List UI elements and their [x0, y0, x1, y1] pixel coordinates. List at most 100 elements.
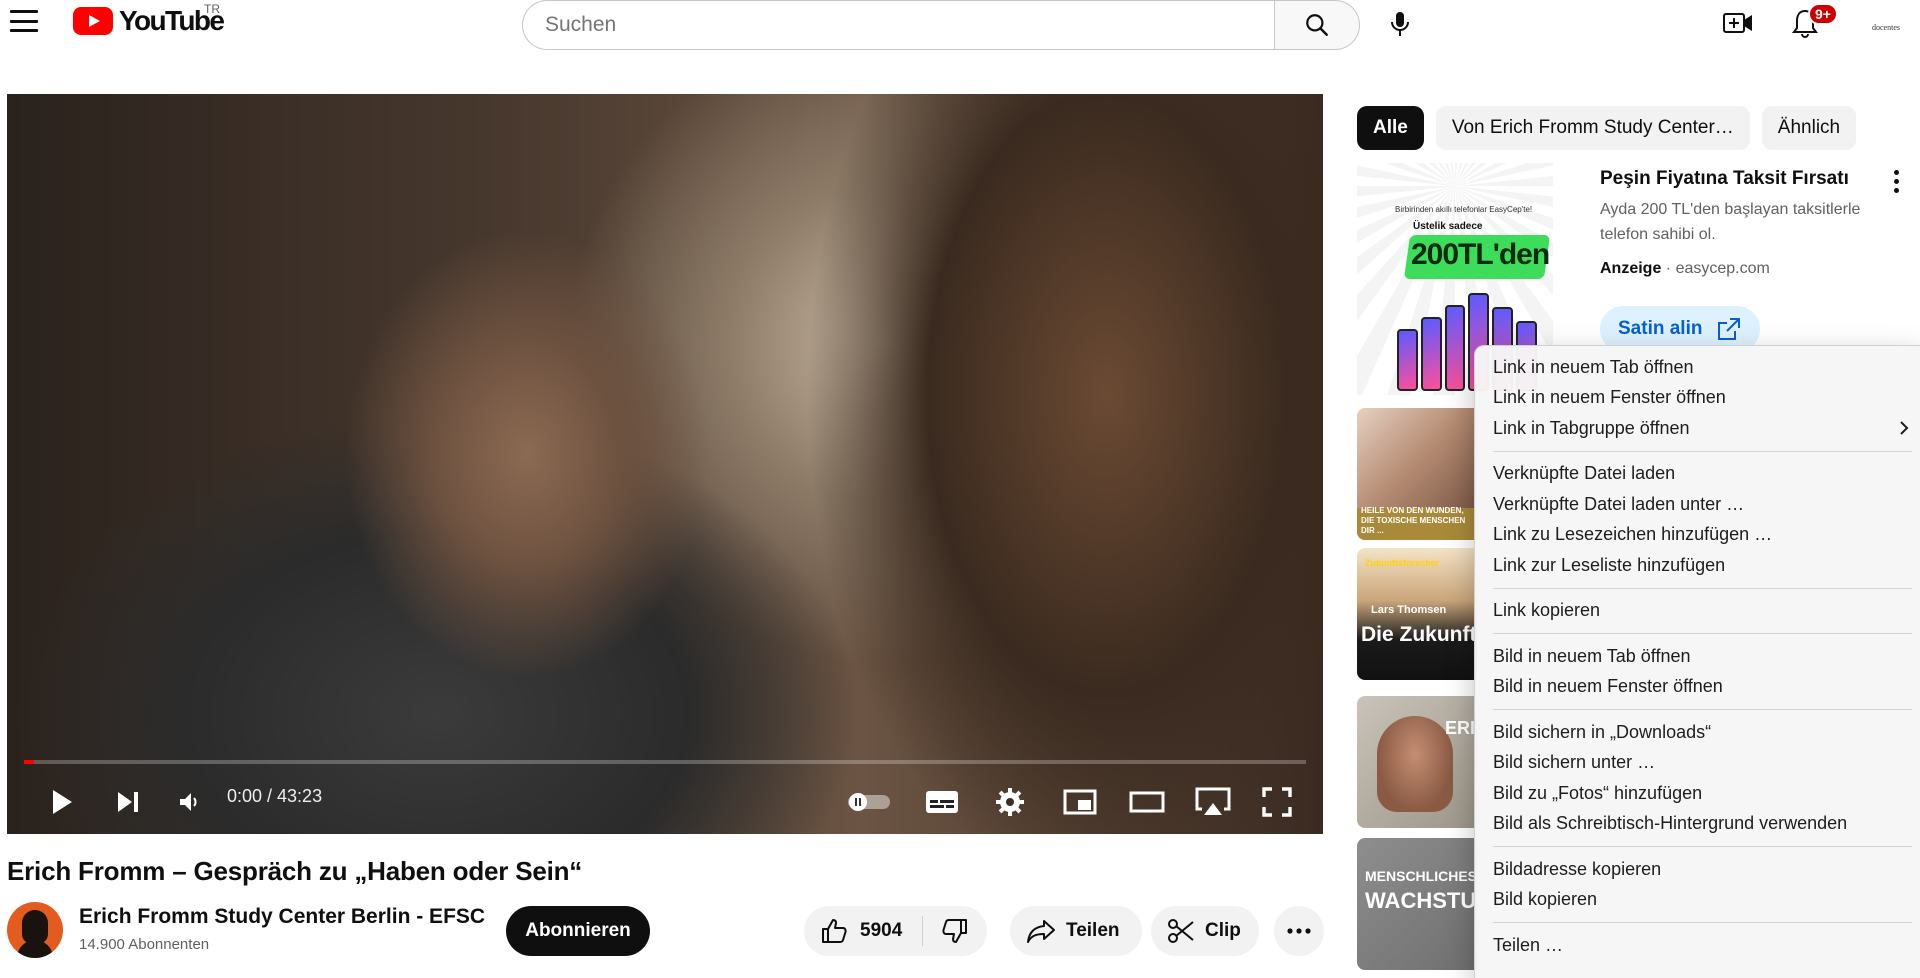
- menu-copy-image-address[interactable]: Bildadresse kopieren: [1475, 854, 1920, 885]
- settings-button[interactable]: [983, 772, 1037, 832]
- menu-open-image-new-window[interactable]: Bild in neuem Fenster öffnen: [1475, 672, 1920, 703]
- airplay-button[interactable]: [1185, 772, 1241, 832]
- ad-title[interactable]: Peşin Fiyatına Taksit Fırsatı: [1600, 168, 1849, 190]
- menu-download-linked-file[interactable]: Verknüpfte Datei laden: [1475, 459, 1920, 490]
- like-dislike-group: 5904: [804, 906, 988, 956]
- ad-image-subtext: Üstelik sadece: [1413, 221, 1483, 232]
- theater-mode-icon: [1129, 791, 1165, 813]
- menu-copy-image[interactable]: Bild kopieren: [1475, 885, 1920, 916]
- voice-search-button[interactable]: [1380, 4, 1420, 44]
- masthead: YouTube TR 9+ docentes: [0, 0, 1920, 50]
- search-icon: [1306, 14, 1328, 36]
- search-button[interactable]: [1274, 0, 1360, 50]
- video-player[interactable]: 0:00 / 43:23: [7, 94, 1323, 834]
- recommendation-thumbnail-2[interactable]: Zukunftsforscher Lars Thomsen Die Zukunf…: [1357, 548, 1477, 680]
- play-button[interactable]: [37, 772, 87, 832]
- menu-add-link-bookmarks[interactable]: Link zu Lesezeichen hinzufügen …: [1475, 520, 1920, 551]
- ad-separator: ·: [1665, 260, 1676, 277]
- channel-name[interactable]: Erich Fromm Study Center Berlin - EFSC: [79, 905, 485, 929]
- country-code: TR: [204, 2, 220, 16]
- time-display: 0:00 / 43:23: [227, 786, 323, 806]
- ad-cta-label: Satin alin: [1618, 318, 1703, 339]
- video-frame[interactable]: [7, 94, 1323, 834]
- like-count: 5904: [860, 920, 903, 941]
- thumbnail-title: Die Zukunft außer für...: [1361, 623, 1477, 646]
- share-label: Teilen: [1066, 920, 1120, 941]
- youtube-play-icon: [73, 7, 113, 35]
- chip-all[interactable]: Alle: [1357, 106, 1424, 150]
- search-bar: [522, 0, 1360, 50]
- play-icon: [53, 790, 72, 814]
- menu-separator: [1493, 633, 1912, 634]
- autoplay-toggle[interactable]: [841, 772, 897, 832]
- video-camera-plus-icon: [1723, 13, 1752, 33]
- chip-from-channel[interactable]: Von Erich Fromm Study Center…: [1435, 106, 1750, 150]
- menu-open-link-tab-group[interactable]: Link in Tabgruppe öffnen: [1475, 413, 1920, 444]
- recommendation-thumbnail-1[interactable]: HEILE VON DEN WUNDEN, DIE TOXISCHE MENSC…: [1357, 408, 1477, 540]
- ad-domain: easycep.com: [1675, 260, 1770, 277]
- ad-meta: Anzeige · easycep.com: [1600, 260, 1770, 278]
- menu-open-image-new-tab[interactable]: Bild in neuem Tab öffnen: [1475, 641, 1920, 672]
- scissors-icon: [1168, 919, 1194, 943]
- filter-chips: Alle Von Erich Fromm Study Center… Ähnli…: [1357, 106, 1857, 150]
- menu-separator: [1493, 450, 1912, 452]
- menu-separator: [1493, 846, 1912, 847]
- recommendation-thumbnail-3[interactable]: ERI: [1357, 696, 1477, 828]
- thumbs-down-icon: [942, 919, 968, 943]
- more-actions-button[interactable]: [1274, 906, 1324, 956]
- account-avatar[interactable]: docentes: [1866, 12, 1906, 42]
- menu-open-link-new-window[interactable]: Link in neuem Fenster öffnen: [1475, 383, 1920, 414]
- menu-separator: [1493, 587, 1912, 589]
- like-button[interactable]: 5904: [804, 906, 922, 956]
- menu-separator: [1493, 709, 1912, 710]
- mute-button[interactable]: [167, 772, 213, 832]
- clip-label: Clip: [1205, 920, 1241, 941]
- menu-save-image-downloads[interactable]: Bild sichern in „Downloads“: [1475, 717, 1920, 748]
- dislike-button[interactable]: [923, 906, 987, 956]
- menu-add-image-photos[interactable]: Bild zu „Fotos“ hinzufügen: [1475, 778, 1920, 809]
- chevron-right-icon: [1900, 421, 1909, 435]
- thumbnail-portrait: [1377, 716, 1453, 812]
- youtube-logo[interactable]: YouTube: [73, 5, 225, 36]
- subscribe-button[interactable]: Abonnieren: [506, 906, 650, 956]
- progress-bar[interactable]: [24, 760, 1306, 764]
- microphone-icon: [1391, 12, 1409, 36]
- menu-open-link-new-tab[interactable]: Link in neuem Tab öffnen: [1475, 352, 1920, 383]
- miniplayer-icon: [1063, 789, 1097, 815]
- channel-avatar[interactable]: [7, 902, 63, 958]
- menu-share[interactable]: Teilen …: [1475, 930, 1920, 961]
- recommendation-thumbnail-4[interactable]: MENSCHLICHES WACHSTUM: [1357, 838, 1477, 970]
- chip-related[interactable]: Ähnlich: [1761, 106, 1857, 150]
- menu-save-image-as[interactable]: Bild sichern unter …: [1475, 748, 1920, 779]
- menu-open-link-tab-group-label: Link in Tabgruppe öffnen: [1493, 417, 1690, 438]
- fullscreen-button[interactable]: [1251, 772, 1303, 832]
- menu-use-image-desktop[interactable]: Bild als Schreibtisch-Hintergrund verwen…: [1475, 809, 1920, 840]
- thumbnail-line2: WACHSTUM: [1365, 888, 1477, 913]
- theater-mode-button[interactable]: [1119, 772, 1175, 832]
- ad-price: 200TL'den: [1411, 238, 1550, 271]
- subscriber-count: 14.900 Abonnenten: [79, 936, 210, 953]
- menu-icon[interactable]: [10, 10, 38, 32]
- progress-fill: [24, 760, 35, 764]
- thumbnail-caption: HEILE VON DEN WUNDEN, DIE TOXISCHE MENSC…: [1361, 506, 1466, 535]
- thumbnail-line1: MENSCHLICHES: [1365, 868, 1477, 884]
- gear-icon: [996, 788, 1024, 816]
- more-horizontal-icon: [1287, 928, 1311, 934]
- ad-description: Ayda 200 TL'den başlayan taksitlerle tel…: [1600, 201, 1861, 243]
- search-input[interactable]: [522, 0, 1274, 50]
- menu-download-linked-file-as[interactable]: Verknüpfte Datei laden unter …: [1475, 489, 1920, 520]
- miniplayer-button[interactable]: [1053, 772, 1107, 832]
- ad-more-icon[interactable]: [1884, 166, 1908, 196]
- create-video-button[interactable]: [1720, 6, 1756, 40]
- clip-button[interactable]: Clip: [1151, 906, 1259, 956]
- thumbnail-text: ERI: [1445, 718, 1476, 738]
- share-button[interactable]: Teilen: [1010, 906, 1142, 956]
- external-link-icon: [1718, 318, 1741, 340]
- menu-separator: [1493, 922, 1912, 923]
- menu-copy-link[interactable]: Link kopieren: [1475, 596, 1920, 627]
- notification-count-badge: 9+: [1808, 3, 1838, 25]
- next-button[interactable]: [103, 772, 153, 832]
- subtitles-button[interactable]: [915, 772, 969, 832]
- menu-add-link-reading-list[interactable]: Link zur Leseliste hinzufügen: [1475, 550, 1920, 581]
- thumbnail-tag: Zukunftsforscher: [1365, 558, 1440, 568]
